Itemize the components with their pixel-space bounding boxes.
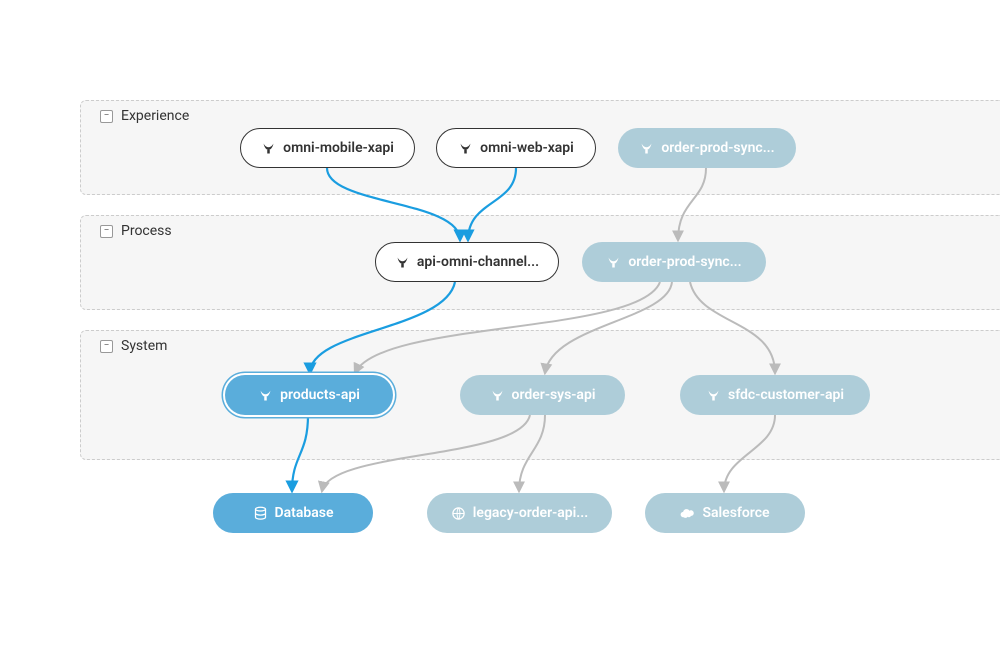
- node-order-prod-sync-exp[interactable]: order-prod-sync...: [618, 128, 796, 168]
- node-database[interactable]: Database: [213, 493, 373, 533]
- node-salesforce[interactable]: Salesforce: [645, 493, 805, 533]
- node-products-api[interactable]: products-api: [225, 375, 393, 415]
- cloud-icon: [680, 506, 695, 521]
- diagram-canvas: − Experience − Process − System: [0, 0, 1000, 647]
- mule-icon: [395, 255, 410, 270]
- mule-icon: [639, 141, 654, 156]
- collapse-button-system[interactable]: −: [100, 340, 113, 353]
- node-api-omni-channel[interactable]: api-omni-channel...: [375, 242, 559, 282]
- node-sfdc-customer-api[interactable]: sfdc-customer-api: [680, 375, 870, 415]
- node-label: order-sys-api: [512, 387, 596, 403]
- node-label: sfdc-customer-api: [728, 387, 844, 403]
- node-label: Salesforce: [702, 505, 769, 521]
- collapse-button-process[interactable]: −: [100, 225, 113, 238]
- node-omni-web-xapi[interactable]: omni-web-xapi: [436, 128, 596, 168]
- node-order-prod-sync-proc[interactable]: order-prod-sync...: [582, 242, 766, 282]
- node-order-sys-api[interactable]: order-sys-api: [460, 375, 625, 415]
- node-label: products-api: [280, 387, 360, 403]
- collapse-button-experience[interactable]: −: [100, 110, 113, 123]
- node-label: order-prod-sync...: [661, 140, 774, 156]
- node-omni-mobile-xapi[interactable]: omni-mobile-xapi: [240, 128, 415, 168]
- layer-name-system: System: [121, 338, 167, 354]
- globe-icon: [451, 506, 466, 521]
- edges-layer: [0, 0, 1000, 647]
- layer-label-process: − Process: [100, 223, 172, 239]
- mule-icon: [261, 141, 276, 156]
- mule-icon: [490, 388, 505, 403]
- mule-icon: [706, 388, 721, 403]
- node-label: api-omni-channel...: [417, 254, 539, 270]
- layer-label-experience: − Experience: [100, 108, 189, 124]
- layer-label-system: − System: [100, 338, 167, 354]
- database-icon: [253, 506, 268, 521]
- mule-icon: [458, 141, 473, 156]
- mule-icon: [606, 255, 621, 270]
- node-legacy-order-api[interactable]: legacy-order-api...: [427, 493, 612, 533]
- node-label: Database: [275, 505, 334, 521]
- node-label: order-prod-sync...: [628, 254, 741, 270]
- node-label: legacy-order-api...: [473, 505, 588, 521]
- node-label: omni-web-xapi: [480, 140, 574, 156]
- layer-name-experience: Experience: [121, 108, 189, 124]
- mule-icon: [258, 388, 273, 403]
- node-label: omni-mobile-xapi: [283, 140, 394, 156]
- layer-name-process: Process: [121, 223, 172, 239]
